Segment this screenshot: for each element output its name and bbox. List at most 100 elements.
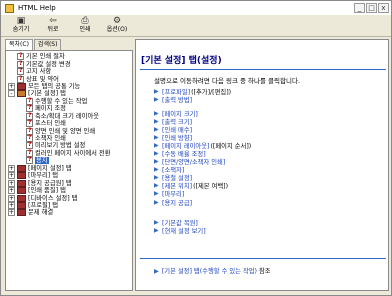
closed-book-icon (17, 209, 26, 217)
toolbar: ▣ 숨기기 ⇦ 뒤로 ⎙ 인쇄 ⚙ 옵션(O) (1, 15, 391, 37)
tree-item[interactable]: - [기본 설정] 탭 (8, 90, 130, 98)
closed-book-icon (17, 187, 26, 195)
hide-button[interactable]: ▣ 숨기기 (5, 15, 37, 37)
tree-item-label: 기본 인쇄 절차 (26, 53, 65, 61)
tree-item[interactable]: + 모든 탭의 공통 기능 (8, 82, 130, 90)
print-icon: ⎙ (81, 16, 89, 26)
collapse-icon[interactable]: - (8, 90, 15, 98)
tree-item-label: 모든 탭의 공통 기능 (28, 82, 81, 90)
link-arrow-icon: ▶ (154, 87, 159, 95)
tree-item[interactable]: + [마무리] 탭 (8, 172, 130, 180)
link-arrow-icon: ▶ (154, 109, 159, 117)
tree-item[interactable]: 포스터 인쇄 (8, 119, 130, 128)
print-button[interactable]: ⎙ 인쇄 (69, 15, 101, 37)
help-app-icon (5, 3, 14, 13)
expand-icon[interactable]: + (8, 194, 15, 202)
tree-item[interactable]: + 문제 해결 (8, 209, 130, 217)
tree-item-label: [마무리] 탭 (28, 172, 59, 180)
tab-contents[interactable]: 목차(C) (5, 39, 33, 50)
closed-book-icon (17, 194, 26, 202)
expand-icon[interactable]: + (8, 209, 15, 217)
maximize-button[interactable]: □ (366, 3, 377, 13)
navigation-pane: 목차(C) 검색(S) 기본 인쇄 절차기본값 설정 변경고지 사항상표 및 약… (5, 39, 133, 291)
link-arrow-icon: ▶ (154, 133, 159, 141)
link-item: ▶ [용지 공급] (154, 198, 251, 207)
toolbar-button-label: 인쇄 (79, 26, 91, 33)
tree-item[interactable]: 양면 인쇄 및 양면 인쇄 (8, 127, 130, 135)
link-item: ▶ [현재 설정 보기] (154, 226, 206, 235)
minimize-button[interactable]: _ (354, 3, 365, 13)
help-link[interactable]: [출력 방법] (162, 95, 192, 104)
link-arrow-icon: ▶ (154, 166, 159, 174)
tree-item[interactable]: 축소/확대 크기 레이아웃 (8, 112, 130, 120)
help-link[interactable]: [용지 공급] (162, 198, 192, 207)
closed-book-icon (17, 201, 26, 209)
title-divider (140, 69, 386, 70)
tree-item[interactable]: 고지 사항 (8, 67, 130, 76)
link-arrow-icon: ▶ (154, 158, 159, 166)
hide-icon: ▣ (16, 16, 26, 26)
tree-item-label: 문제 해결 (28, 209, 54, 217)
footer-bullet-icon: ▶ (154, 268, 159, 275)
link-arrow-icon: ▶ (154, 198, 159, 206)
close-button[interactable]: x (378, 3, 389, 13)
tree-item-label: 양면 인쇄 및 양면 인쇄 (35, 127, 96, 135)
tree-item-label: 수행할 수 있는 작업 (35, 97, 88, 105)
title-bar: HTML Help _ □ x (1, 1, 391, 15)
nav-tabs: 목차(C) 검색(S) (5, 39, 133, 50)
link-arrow-icon: ▶ (154, 150, 159, 158)
tree-item[interactable]: + [용지 공급원] 탭 (8, 179, 130, 187)
expand-icon[interactable]: + (8, 179, 15, 187)
tree-item-label: [페이지 설정] 탭 (28, 164, 72, 172)
tree-item[interactable]: 미리보기 방법 설정 (8, 141, 130, 150)
link-arrow-icon: ▶ (154, 226, 159, 234)
tree-item-label: 미리보기 방법 설정 (35, 142, 86, 150)
tree-item[interactable]: + [인쇄 품질] 탭 (8, 187, 130, 195)
link-group-defaults: ▶ [기본값 복원] ▶ [현재 설정 보기] (154, 218, 206, 235)
toolbar-button-label: 뒤로 (47, 26, 59, 33)
link-arrow-icon: ▶ (154, 174, 159, 182)
tree-item[interactable]: + [프로필] 탭 (8, 201, 130, 209)
tree-item[interactable]: + [페이지 설정] 탭 (8, 164, 130, 172)
help-link-extra[interactable]: ([페이지 순서]) (210, 141, 251, 150)
help-link-extra[interactable]: ([제본 여백]) (193, 181, 228, 190)
tree-item-label: 용지 (35, 157, 49, 165)
tree-item[interactable]: 수행할 수 있는 작업 (8, 97, 130, 105)
tree-item-label: 소책자 인쇄 (35, 135, 66, 143)
tree-item[interactable]: 용지 (8, 156, 130, 165)
tree-item[interactable]: 상표 및 약어 (8, 75, 130, 83)
closed-book-icon (17, 172, 26, 180)
footer-link[interactable]: [기본 설정] 탭(수행할 수 있는 작업) (162, 268, 257, 275)
tree-item[interactable]: 기본 인쇄 절차 (8, 52, 130, 61)
tree-item[interactable]: 기본값 설정 변경 (8, 60, 130, 68)
content-pane: [기본 설정] 탭(설정) 설명으로 이동하려면 다음 링크 중 하나를 클릭합… (135, 39, 389, 291)
contents-tree: 기본 인쇄 절차기본값 설정 변경고지 사항상표 및 약어 + 모든 탭의 공통 기… (5, 50, 133, 291)
toolbar-button-label: 옵션(O) (106, 26, 128, 33)
footer-text: 참조 (257, 268, 271, 275)
tree-item[interactable]: + [디바이스 설정] 탭 (8, 194, 130, 202)
expand-icon[interactable]: + (8, 164, 15, 172)
expand-icon[interactable]: + (8, 187, 15, 195)
back-arrow-button[interactable]: ⇦ 뒤로 (37, 15, 69, 37)
link-arrow-icon: ▶ (154, 218, 159, 226)
tree-item[interactable]: 페이지 조정 (8, 104, 130, 113)
expand-icon[interactable]: + (8, 201, 15, 209)
tree-item-label: 포스터 인쇄 (35, 120, 66, 128)
tab-search[interactable]: 검색(S) (33, 39, 62, 50)
expand-icon[interactable]: + (8, 172, 15, 180)
tree-item[interactable]: 컬러인 페이지 사이에서 전환 (8, 149, 130, 157)
link-group-profile: ▶ [프로파일] ([추가]/[편집]) ▶ [출력 방법] (154, 87, 231, 104)
tree-item-label: 상표 및 약어 (26, 75, 59, 83)
help-link[interactable]: [현재 설정 보기] (162, 226, 206, 235)
link-arrow-icon: ▶ (154, 190, 159, 198)
tree-item-label: 축소/확대 크기 레이아웃 (35, 112, 100, 120)
help-link-extra[interactable]: ([추가]/[편집]) (191, 87, 231, 96)
expand-icon[interactable]: + (8, 82, 15, 90)
tree-item-label: [기본 설정] 탭 (28, 90, 66, 98)
help-page-icon (17, 75, 24, 83)
link-arrow-icon: ▶ (154, 141, 159, 149)
footer-divider (140, 258, 386, 259)
footer-reference: ▶ [기본 설정] 탭(수행할 수 있는 작업) 참조 (154, 266, 271, 275)
tree-item-label: 기본값 설정 변경 (26, 60, 71, 68)
options-button[interactable]: ⚙ 옵션(O) (101, 15, 133, 37)
